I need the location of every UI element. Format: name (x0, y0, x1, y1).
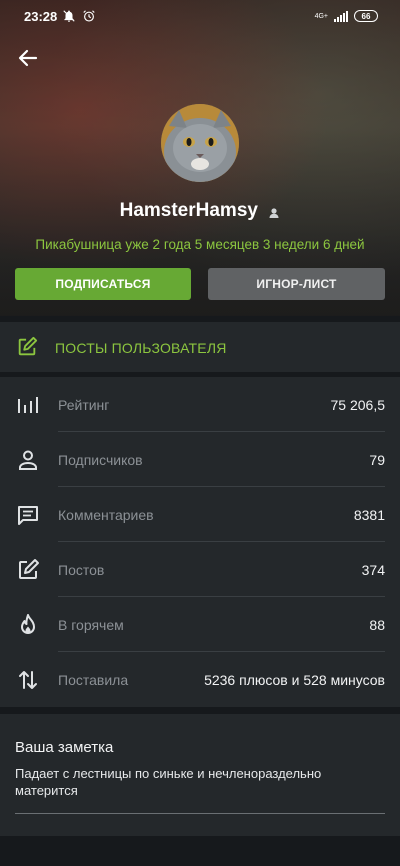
stat-value: 88 (369, 617, 385, 633)
note-title: Ваша заметка (15, 739, 114, 756)
stat-label: Рейтинг (58, 397, 110, 413)
stat-row-posts[interactable]: Постов 374 (0, 542, 400, 597)
back-arrow-icon[interactable] (16, 46, 40, 70)
stat-row-votes: Поставила 5236 плюсов и 528 минусов (0, 652, 400, 707)
stat-label: Поставила (58, 672, 129, 688)
stat-value: 75 206,5 (330, 397, 386, 413)
note-input[interactable]: Падает с лестницы по синьке и нечленораз… (15, 765, 375, 799)
note-underline (15, 813, 385, 814)
stat-row-comments[interactable]: Комментариев 8381 (0, 487, 400, 542)
stat-label: В горячем (58, 617, 124, 633)
signal-icon (334, 10, 348, 22)
stat-value: 374 (361, 562, 385, 578)
edit-square-icon (16, 336, 38, 358)
alarm-icon (82, 9, 96, 23)
stat-value: 5236 плюсов и 528 минусов (204, 672, 385, 688)
stat-label: Подписчиков (58, 452, 143, 468)
user-note: Ваша заметка Падает с лестницы по синьке… (0, 714, 400, 836)
rating-bars-icon (16, 393, 40, 417)
ignore-list-button[interactable]: ИГНОР-ЛИСТ (208, 268, 385, 300)
notifications-off-icon (62, 9, 76, 23)
network-type: 4G+ (314, 12, 328, 20)
stat-value: 8381 (353, 507, 385, 523)
stats-list: Рейтинг 75 206,5 Подписчиков 79 Коммента… (0, 377, 400, 707)
member-since: Пикабушница уже 2 года 5 месяцев 3 недел… (35, 237, 365, 252)
stat-row-hot[interactable]: В горячем 88 (0, 597, 400, 652)
stat-label: Комментариев (58, 507, 154, 523)
status-icons-left (62, 9, 96, 23)
username-row: HamsterHamsy (0, 200, 400, 222)
stat-value: 79 (369, 452, 385, 468)
battery-icon: 66 (354, 10, 378, 22)
stat-row-subscribers[interactable]: Подписчиков 79 (0, 432, 400, 487)
user-posts-label: ПОСТЫ ПОЛЬЗОВАТЕЛЯ (55, 340, 227, 356)
stat-label: Постов (58, 562, 105, 578)
status-bar: 23:28 4G+ 66 (0, 0, 400, 34)
fire-icon (16, 613, 40, 637)
username: HamsterHamsy (119, 200, 258, 221)
stat-row-rating: Рейтинг 75 206,5 (0, 377, 400, 432)
comment-icon (16, 503, 40, 527)
person-icon (16, 448, 40, 472)
battery-level: 66 (361, 11, 371, 21)
subscribe-button[interactable]: ПОДПИСАТЬСЯ (15, 268, 191, 300)
edit-square-icon (16, 558, 40, 582)
status-icons-right: 4G+ 66 (315, 10, 378, 22)
avatar[interactable] (161, 104, 239, 182)
sort-arrows-icon (16, 668, 40, 692)
user-badge-icon (268, 206, 280, 218)
status-time: 23:28 (24, 9, 58, 24)
user-posts-link[interactable]: ПОСТЫ ПОЛЬЗОВАТЕЛЯ (0, 322, 400, 372)
